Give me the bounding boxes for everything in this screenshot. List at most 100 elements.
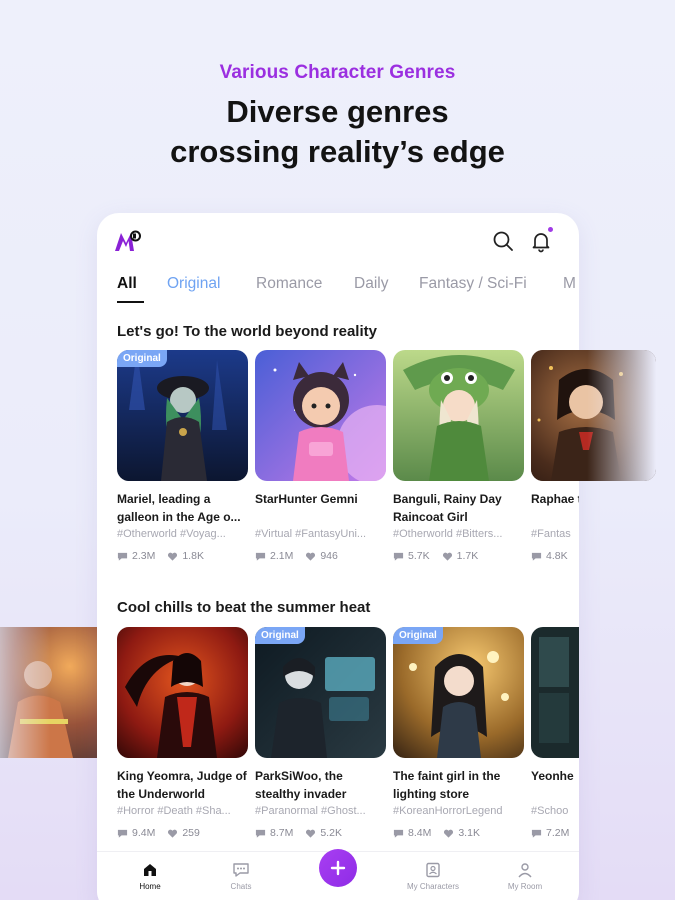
heart-icon (168, 829, 178, 838)
nav-label: My Characters (406, 882, 459, 891)
card-stats: 5.7K 1.7K (393, 550, 524, 562)
card-title: Mariel, leading a galleon in the Age o..… (117, 492, 241, 524)
tab-original[interactable]: Original (167, 275, 220, 293)
card-stats: 4.8K (531, 550, 579, 562)
heart-icon (306, 829, 316, 838)
active-tab-indicator (117, 301, 144, 303)
card-title: Banguli, Rainy Day Raincoat Girl (393, 492, 502, 524)
home-icon (144, 864, 156, 876)
character-thumbnail (393, 350, 524, 481)
promo-subtitle: Various Character Genres (219, 62, 456, 83)
card-row: King Yeomra, Judge of the Underworld #Ho… (97, 627, 579, 887)
original-badge: Original (117, 350, 167, 367)
search-icon[interactable] (491, 229, 515, 253)
heart-icon (442, 552, 452, 561)
card-title: King Yeomra, Judge of the Underworld (117, 769, 247, 801)
nav-label: Chats (230, 882, 252, 891)
card-stats: 8.4M 3.1K (393, 827, 524, 839)
like-count: 1.8K (182, 550, 204, 562)
chat-count: 5.7K (408, 550, 430, 562)
genre-tabs: All Original Romance Daily Fantasy / Sci… (117, 275, 579, 303)
like-count: 946 (320, 550, 338, 562)
card-tags: #Otherworld #Bitters... (393, 528, 503, 540)
character-card[interactable]: Banguli, Rainy Day Raincoat Girl #Otherw… (393, 350, 524, 562)
chat-count-icon (531, 829, 542, 838)
tab-fantasy-scifi[interactable]: Fantasy / Sci-Fi (419, 275, 527, 293)
chat-count: 2.3M (132, 550, 156, 562)
promo-title-line-1: Diverse genres (226, 94, 449, 129)
card-title: Raphae the the (531, 492, 579, 506)
chat-icon (233, 863, 249, 877)
character-card[interactable]: King Yeomra, Judge of the Underworld #Ho… (117, 627, 248, 839)
chat-count: 4.8K (546, 550, 568, 562)
chat-count-icon (393, 829, 404, 838)
create-character-button[interactable] (319, 849, 357, 887)
card-stats: 2.3M 1.8K (117, 550, 248, 562)
nav-home[interactable]: Home (120, 862, 180, 891)
chat-count-icon (117, 552, 128, 561)
floating-card-raphael (531, 350, 656, 481)
like-count: 1.7K (456, 550, 479, 562)
character-thumbnail: Original (117, 350, 248, 481)
chat-count: 7.2M (546, 827, 570, 839)
like-count: 5.2K (320, 827, 342, 839)
card-title: StarHunter Gemni (255, 492, 358, 506)
heart-icon (168, 552, 178, 561)
like-count: 3.1K (458, 827, 480, 839)
bell-icon[interactable] (529, 229, 553, 253)
card-tags: #Horror #Death #Sha... (117, 805, 231, 817)
original-badge: Original (255, 627, 305, 644)
bottom-navigation: Home Chats My Characters My Room (97, 849, 579, 900)
chat-count: 2.1M (270, 550, 294, 562)
section-title: Cool chills to beat the summer heat (117, 599, 371, 616)
notification-dot (548, 227, 553, 232)
card-stats: 9.4M 259 (117, 827, 248, 839)
chat-count-icon (393, 552, 404, 561)
section-title: Let's go! To the world beyond reality (117, 323, 377, 340)
top-bar (113, 227, 563, 255)
character-card[interactable]: Original ParkSiWoo, the stealthy invader… (255, 627, 386, 839)
tab-more[interactable]: M (563, 275, 576, 293)
chat-count: 9.4M (132, 827, 156, 839)
card-tags: #Fantas (531, 528, 571, 540)
card-tags: #Paranormal #Ghost... (255, 805, 366, 817)
phone-frame: All Original Romance Daily Fantasy / Sci… (97, 213, 579, 900)
original-badge: Original (393, 627, 443, 644)
card-stats: 2.1M 946 (255, 550, 386, 562)
nav-my-room[interactable]: My Room (495, 862, 555, 891)
like-count: 259 (182, 827, 200, 839)
chat-count: 8.4M (408, 827, 432, 839)
character-card[interactable]: StarHunter Gemni #Virtual #FantasyUni...… (255, 350, 386, 562)
tab-daily[interactable]: Daily (354, 275, 388, 293)
app-logo-icon[interactable] (113, 229, 143, 255)
chat-count: 8.7M (270, 827, 294, 839)
chat-count-icon (255, 552, 266, 561)
tab-all[interactable]: All (117, 275, 137, 293)
nav-label: My Room (507, 882, 543, 891)
tab-romance[interactable]: Romance (256, 275, 322, 293)
card-stats: 8.7M 5.2K (255, 827, 386, 839)
nav-my-characters[interactable]: My Characters (403, 862, 463, 891)
chat-count-icon (117, 829, 128, 838)
card-tags: #Schoo (531, 805, 569, 817)
heart-icon (444, 829, 454, 838)
card-tags: #Otherworld #Voyag... (117, 528, 226, 540)
character-card[interactable]: Original The faint girl in the lighting … (393, 627, 524, 839)
character-card[interactable]: Original Mariel, leading a galleon in th… (117, 350, 248, 562)
character-card[interactable]: Yeonhe #Schoo 7.2M (531, 627, 579, 839)
card-tags: #KoreanHorrorLegend (393, 805, 503, 817)
card-title: The faint girl in the lighting store (393, 769, 501, 801)
nav-label: Home (139, 882, 161, 891)
floating-card-firefighter (0, 627, 109, 758)
card-title: Yeonhe (531, 769, 574, 783)
character-thumbnail (531, 627, 579, 758)
chat-count-icon (255, 829, 266, 838)
character-thumbnail (255, 350, 386, 481)
nav-chats[interactable]: Chats (211, 862, 271, 891)
card-stats: 7.2M (531, 827, 579, 839)
card-title: ParkSiWoo, the stealthy invader (255, 769, 347, 801)
promo-title: Diverse genres crossing reality’s edge (0, 92, 675, 172)
characters-icon (426, 862, 440, 878)
chat-count-icon (531, 552, 542, 561)
character-thumbnail: Original (393, 627, 524, 758)
